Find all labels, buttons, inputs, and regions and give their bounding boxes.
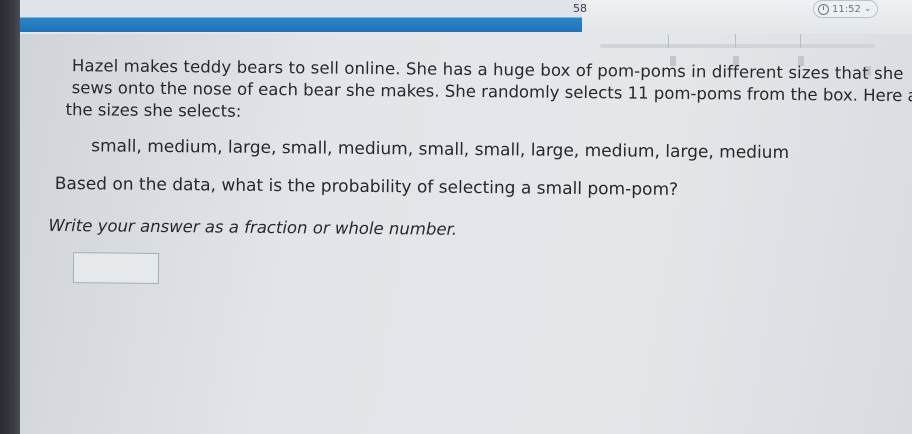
answer-instruction: Write your answer as a fraction or whole… (48, 215, 458, 239)
answer-input[interactable] (72, 252, 160, 284)
question-panel: Hazel makes teddy bears to sell online. … (0, 0, 912, 434)
data-list: small, medium, large, small, medium, sma… (91, 136, 790, 164)
question-prompt: Based on the data, what is the probabili… (54, 173, 679, 200)
question-text-line: the sizes she selects: (65, 100, 242, 121)
app-screen: 58 11:52 ⌄ Hazel makes teddy bears to se… (0, 0, 912, 434)
